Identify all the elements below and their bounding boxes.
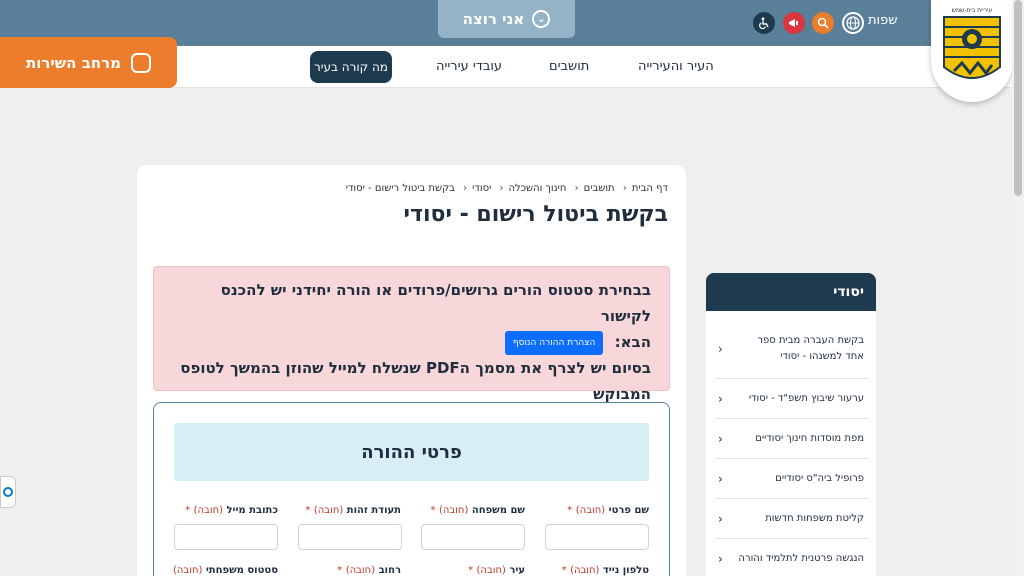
parent-details-form: פרטי ההורה שם פרטי (חובה) * שם משפחה (חו… bbox=[153, 402, 670, 576]
floating-chat-widget[interactable] bbox=[0, 476, 16, 508]
nav-whats-happening[interactable]: מה קורה בעיר bbox=[310, 51, 392, 83]
sidebar-item-school-transfer[interactable]: בקשת העברה מבית ספר אחד למשנהו - יסודי ‹ bbox=[716, 319, 868, 379]
alert-line: בבחירת סטטוס הורים גרושים/פרודים או הורה… bbox=[220, 281, 651, 325]
main-content-card: דף הבית ‹ תושבים ‹ חינוך והשכלה ‹ יסודי ‹ בק… bbox=[137, 165, 686, 576]
sidebar-item-placement-appeal[interactable]: ערעור שיבוץ תשפ"ד - יסודי ‹ bbox=[716, 379, 868, 419]
breadcrumb-current: בקשת ביטול רישום - יסודי bbox=[345, 183, 455, 194]
last-name-label: שם משפחה (חובה) * bbox=[430, 505, 525, 516]
first-name-label: שם פרטי (חובה) * bbox=[567, 505, 649, 516]
breadcrumb-residents[interactable]: תושבים bbox=[584, 183, 615, 194]
i-want-button[interactable]: אני רוצה ⌄ bbox=[438, 0, 575, 38]
languages-label[interactable]: שפות bbox=[868, 13, 897, 28]
logo-caption: עיריית בית-שמש bbox=[951, 7, 993, 14]
search-icon[interactable] bbox=[812, 12, 834, 34]
street-label: רחוב (חובה) * bbox=[337, 565, 401, 576]
sidebar-item-new-families[interactable]: קליטת משפחות חדשות ‹ bbox=[716, 499, 868, 539]
globe-icon[interactable] bbox=[842, 12, 864, 34]
breadcrumb: דף הבית ‹ תושבים ‹ חינוך והשכלה ‹ יסודי ‹ בק… bbox=[346, 183, 668, 194]
id-number-input[interactable] bbox=[298, 524, 402, 550]
breadcrumb-home[interactable]: דף הבית bbox=[632, 183, 668, 194]
sidebar-item-school-profile[interactable]: פרופיל ביה"ס יסודיים ‹ bbox=[716, 459, 868, 499]
email-input[interactable] bbox=[174, 524, 278, 550]
breadcrumb-elementary[interactable]: יסודי bbox=[472, 183, 491, 194]
sidebar-item-schools-map[interactable]: מפת מוסדות חינוך יסודיים ‹ bbox=[716, 419, 868, 459]
city-label: עיר (חובה) * bbox=[468, 565, 525, 576]
chevron-left-icon: ‹ bbox=[718, 511, 723, 526]
mobile-phone-label: טלפון נייד (חובה) * bbox=[561, 565, 649, 576]
id-number-label: תעודת זהות (חובה) * bbox=[305, 505, 401, 516]
info-alert: בבחירת סטטוס הורים גרושים/פרודים או הורה… bbox=[153, 266, 670, 403]
chevron-left-icon: ‹ bbox=[718, 341, 723, 356]
service-label: מרחב השירות bbox=[25, 53, 122, 72]
marital-status-label: סטטוס משפחתי (חובה) bbox=[173, 565, 278, 576]
chevron-left-icon: ‹ bbox=[718, 551, 723, 566]
chevron-left-icon: ‹ bbox=[718, 391, 723, 406]
first-name-input[interactable] bbox=[545, 524, 649, 550]
last-name-input[interactable] bbox=[421, 524, 525, 550]
service-area-button[interactable]: מרחב השירות bbox=[0, 37, 177, 88]
sidebar-title: יסודי bbox=[706, 273, 876, 311]
scrollbar-thumb[interactable] bbox=[1014, 0, 1022, 196]
breadcrumb-separator: ‹ bbox=[499, 183, 504, 194]
alert-line: בסיום יש לצרף את מסמך הPDF שנשלח למייל ש… bbox=[180, 359, 651, 377]
breadcrumb-education[interactable]: חינוך והשכלה bbox=[509, 183, 567, 194]
nav-residents[interactable]: תושבים bbox=[549, 59, 589, 74]
breadcrumb-separator: ‹ bbox=[574, 183, 579, 194]
cta-label: אני רוצה bbox=[462, 10, 525, 28]
nav-employees[interactable]: עובדי עירייה bbox=[436, 59, 502, 74]
nav-city-and-municipality[interactable]: העיר והעירייה bbox=[638, 59, 714, 74]
sidebar-item-accessibility[interactable]: הנגשה פרטנית לתלמיד והורה ‹ bbox=[716, 539, 868, 576]
chevron-left-icon: ‹ bbox=[718, 431, 723, 446]
breadcrumb-separator: ‹ bbox=[622, 183, 627, 194]
city-logo[interactable]: עיריית בית-שמש bbox=[931, 0, 1013, 102]
sidebar-menu: יסודי בקשת העברה מבית ספר אחד למשנהו - י… bbox=[706, 273, 876, 576]
breadcrumb-separator: ‹ bbox=[463, 183, 468, 194]
form-section-title: פרטי ההורה bbox=[174, 423, 649, 481]
additional-parent-declaration-button[interactable]: הצהרת ההורה הנוסף bbox=[504, 330, 604, 355]
alert-prefix: הבא: bbox=[614, 333, 651, 351]
chevron-down-icon: ⌄ bbox=[532, 10, 551, 28]
chevron-left-icon: ‹ bbox=[718, 471, 723, 486]
service-icon bbox=[131, 52, 152, 73]
page-title: בקשת ביטול רישום - יסודי bbox=[403, 202, 668, 227]
alert-line: הבא: הצהרת ההורה הנוסף bbox=[166, 329, 651, 355]
chat-icon bbox=[3, 487, 13, 497]
city-emblem: עיריית בית-שמש bbox=[940, 5, 1004, 91]
megaphone-icon[interactable] bbox=[783, 12, 805, 34]
accessibility-icon[interactable] bbox=[753, 12, 775, 34]
email-label: כתובת מייל (חובה) * bbox=[185, 505, 278, 516]
